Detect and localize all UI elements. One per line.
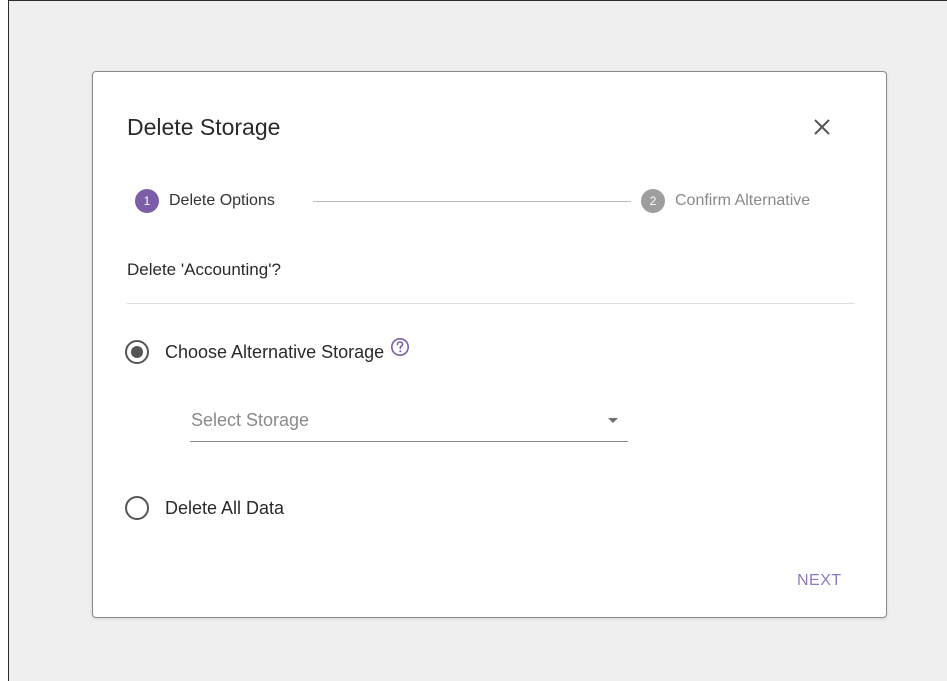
option-delete-all-data[interactable]: Delete All Data bbox=[125, 496, 284, 520]
step-confirm-alternative: 2 Confirm Alternative bbox=[641, 188, 810, 214]
delete-storage-dialog: Delete Storage 1 Delete Options 2 Confir… bbox=[92, 71, 887, 618]
help-circle-icon[interactable] bbox=[390, 337, 410, 357]
radio-alternative-storage[interactable] bbox=[125, 340, 149, 364]
delete-question: Delete 'Accounting'? bbox=[127, 260, 281, 279]
dialog-title: Delete Storage bbox=[127, 114, 281, 140]
step-1-number: 1 bbox=[135, 189, 159, 213]
select-storage-dropdown[interactable]: Select Storage bbox=[190, 406, 628, 442]
option-alternative-storage[interactable]: Choose Alternative Storage bbox=[125, 337, 410, 364]
divider bbox=[127, 303, 855, 304]
dropdown-arrow-icon bbox=[608, 418, 618, 423]
alternative-storage-label: Choose Alternative Storage bbox=[165, 341, 385, 362]
close-button[interactable] bbox=[805, 110, 839, 144]
step-2-number: 2 bbox=[641, 189, 665, 213]
page-backdrop: Delete Storage 1 Delete Options 2 Confir… bbox=[8, 0, 947, 681]
step-delete-options: 1 Delete Options bbox=[135, 188, 275, 214]
close-icon bbox=[814, 119, 830, 135]
step-1-label: Delete Options bbox=[169, 192, 275, 209]
delete-all-data-label: Delete All Data bbox=[165, 497, 285, 518]
stepper: 1 Delete Options 2 Confirm Alternative bbox=[135, 188, 855, 214]
select-storage-placeholder: Select Storage bbox=[191, 410, 310, 430]
next-button[interactable]: NEXT bbox=[791, 568, 848, 594]
step-2-label: Confirm Alternative bbox=[675, 192, 811, 209]
radio-delete-all-data[interactable] bbox=[125, 496, 149, 520]
step-connector bbox=[313, 201, 631, 202]
